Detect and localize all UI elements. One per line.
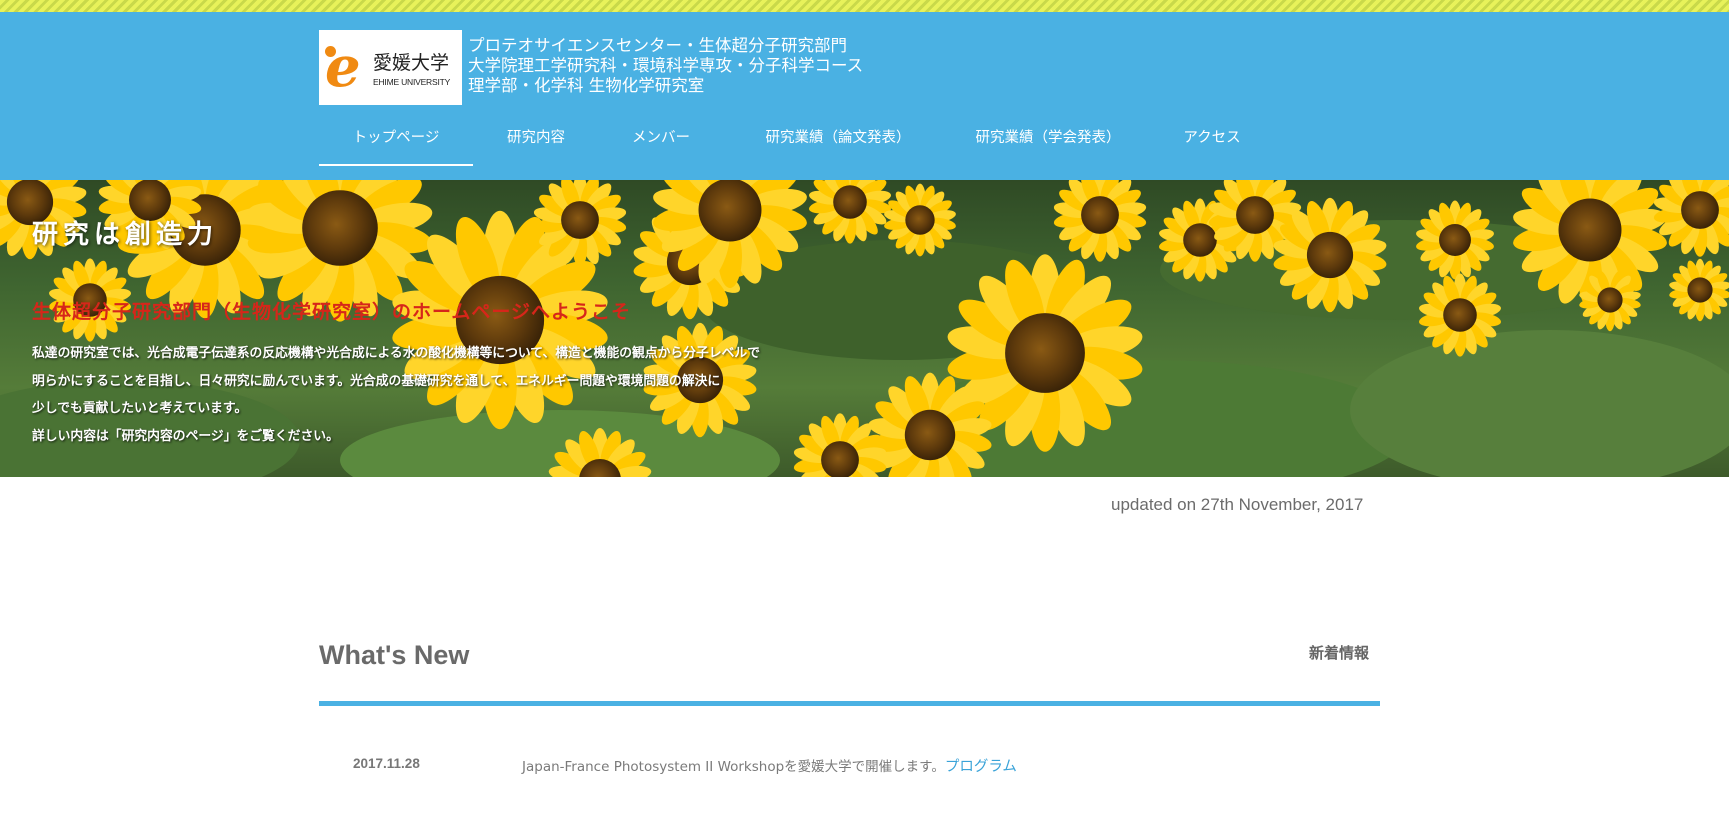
nav-item-research[interactable]: 研究内容 (486, 124, 586, 164)
lab-title-line: 大学院理工学研究科・環境科学専攻・分子科学コース (468, 56, 864, 75)
logo-name: 愛媛大学 (373, 52, 450, 74)
site-header: e 愛媛大学 EHIME UNIVERSITY プロテオサイエンスセンター・生体… (0, 12, 1729, 180)
lab-title-line: 理学部・化学科 生物化学研究室 (468, 76, 705, 95)
news-heading: What's New (319, 640, 470, 670)
lab-title: プロテオサイエンスセンター・生体超分子研究部門 大学院理工学研究科・環境科学専攻… (468, 36, 863, 96)
nav-item-members[interactable]: メンバー (611, 124, 711, 164)
lab-title-line: プロテオサイエンスセンター・生体超分子研究部門 (468, 36, 848, 55)
nav-item-top[interactable]: トップページ (319, 124, 473, 166)
news-item-text: Japan-France Photosystem II Workshopを愛媛大… (522, 759, 945, 775)
nav-item-access[interactable]: アクセス (1162, 124, 1262, 164)
logo-dot-icon (325, 46, 336, 57)
hero-title: 研究は創造力 (32, 220, 219, 250)
logo-subname: EHIME UNIVERSITY (373, 77, 451, 87)
updated-date: updated on 27th November, 2017 (1111, 495, 1364, 514)
top-accent-stripe (0, 0, 1729, 12)
news-item-link[interactable]: プログラム (945, 759, 1017, 775)
main-nav: トップページ 研究内容 メンバー 研究業績（論文発表） 研究業績（学会発表） ア… (319, 124, 1259, 168)
news-item-date: 2017.11.28 (353, 756, 420, 771)
hero-banner: 研究は創造力 生体超分子研究部門（生物化学研究室）のホームページへようこそ 私達… (0, 180, 1729, 477)
nav-item-papers[interactable]: 研究業績（論文発表） (753, 124, 923, 164)
news-divider (319, 701, 1380, 706)
hero-welcome: 生体超分子研究部門（生物化学研究室）のホームページへようこそ (32, 301, 632, 323)
news-heading-ja: 新着情報 (1309, 644, 1370, 662)
hero-intro-line: 明らかにすることを目指し、日々研究に励んでいます。光合成の基礎研究を通して、エネ… (32, 373, 721, 389)
university-logo[interactable]: e 愛媛大学 EHIME UNIVERSITY (319, 30, 462, 105)
hero-intro: 私達の研究室では、光合成電子伝達系の反応機構や光合成による水の酸化機構等について… (32, 340, 832, 450)
news-item: Japan-France Photosystem II Workshopを愛媛大… (522, 755, 1017, 776)
hero-intro-line: 詳しい内容は「研究内容のページ」をご覧ください。 (32, 428, 339, 444)
hero-intro-line: 私達の研究室では、光合成電子伝達系の反応機構や光合成による水の酸化機構等について… (32, 346, 761, 361)
nav-item-presentations[interactable]: 研究業績（学会発表） (963, 124, 1133, 164)
hero-intro-line: 少しでも貢献したいと考えています。 (32, 401, 248, 416)
